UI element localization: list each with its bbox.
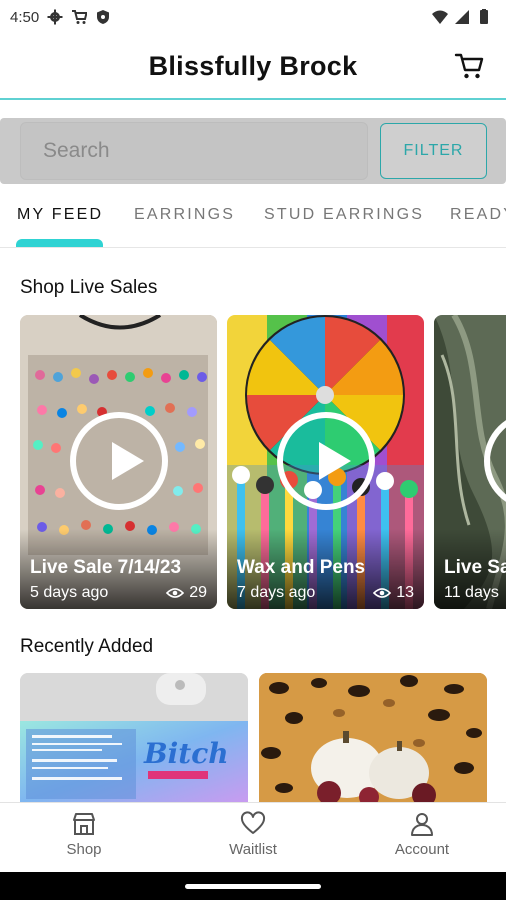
live-sale-card[interactable]: Live Sa 11 days	[434, 315, 506, 609]
cart-icon[interactable]	[454, 50, 486, 82]
play-button[interactable]	[276, 412, 375, 510]
shop-icon	[73, 813, 95, 835]
live-sale-date: 5 days ago	[30, 584, 109, 601]
live-sale-title: Live Sale 7/14/23	[30, 557, 182, 578]
tab-my-feed[interactable]: MY FEED	[17, 206, 103, 224]
live-sale-date: 11 days	[444, 584, 499, 601]
product-label-text: Bitch	[143, 737, 229, 770]
system-gesture-bar	[0, 872, 506, 900]
nav-waitlist-label: Waitlist	[229, 841, 277, 858]
live-sale-card[interactable]: Live Sale 7/14/23 5 days ago 29	[20, 315, 217, 609]
view-count: 13	[373, 584, 414, 602]
nav-account-label: Account	[394, 841, 450, 858]
wifi-icon	[432, 10, 448, 24]
app-title: Blissfully Brock	[148, 50, 358, 81]
settings-icon	[47, 9, 63, 25]
eye-icon	[166, 588, 185, 598]
search-bar: Search FILTER	[0, 118, 506, 184]
category-tabs: MY FEED EARRINGS STUD EARRINGS READY	[0, 190, 506, 248]
status-time: 4:50	[10, 8, 40, 26]
filter-button[interactable]: FILTER	[380, 123, 487, 179]
live-sale-date: 7 days ago	[237, 584, 316, 601]
tab-ready[interactable]: READY	[450, 206, 506, 224]
product-image	[259, 673, 487, 803]
nav-waitlist[interactable]: Waitlist	[193, 811, 313, 858]
cart-status-icon	[72, 10, 88, 24]
tab-indicator	[16, 239, 103, 247]
play-icon	[318, 442, 351, 480]
live-sale-title: Wax and Pens	[237, 557, 366, 578]
home-handle[interactable]	[185, 884, 321, 889]
shield-icon	[97, 10, 110, 24]
view-count-value: 29	[189, 584, 207, 601]
view-count: 29	[166, 584, 207, 602]
nav-account[interactable]: Account	[362, 811, 482, 858]
bottom-navigation: Shop Waitlist Account	[0, 802, 506, 872]
live-sale-title: Live Sa	[444, 557, 506, 578]
play-icon	[111, 442, 144, 480]
play-button[interactable]	[69, 412, 168, 510]
signal-icon	[455, 10, 469, 24]
section-title-recent: Recently Added	[20, 636, 154, 657]
app-bar: Blissfully Brock	[0, 34, 506, 100]
search-input[interactable]: Search	[20, 122, 368, 180]
view-count-value: 13	[396, 584, 414, 601]
eye-icon	[373, 588, 392, 598]
battery-icon	[480, 9, 488, 24]
product-card[interactable]: Bitch	[20, 673, 248, 803]
search-placeholder: Search	[43, 139, 110, 162]
product-image: Bitch	[20, 673, 248, 803]
tab-earrings[interactable]: EARRINGS	[134, 206, 235, 224]
section-title-live: Shop Live Sales	[20, 277, 158, 298]
account-icon	[411, 813, 433, 836]
nav-shop[interactable]: Shop	[24, 811, 144, 858]
product-card[interactable]	[259, 673, 487, 803]
status-bar: 4:50	[0, 0, 506, 34]
heart-icon	[240, 811, 266, 834]
tab-stud-earrings[interactable]: STUD EARRINGS	[264, 206, 424, 224]
nav-shop-label: Shop	[66, 841, 102, 858]
live-sale-card[interactable]: Wax and Pens 7 days ago 13	[227, 315, 424, 609]
